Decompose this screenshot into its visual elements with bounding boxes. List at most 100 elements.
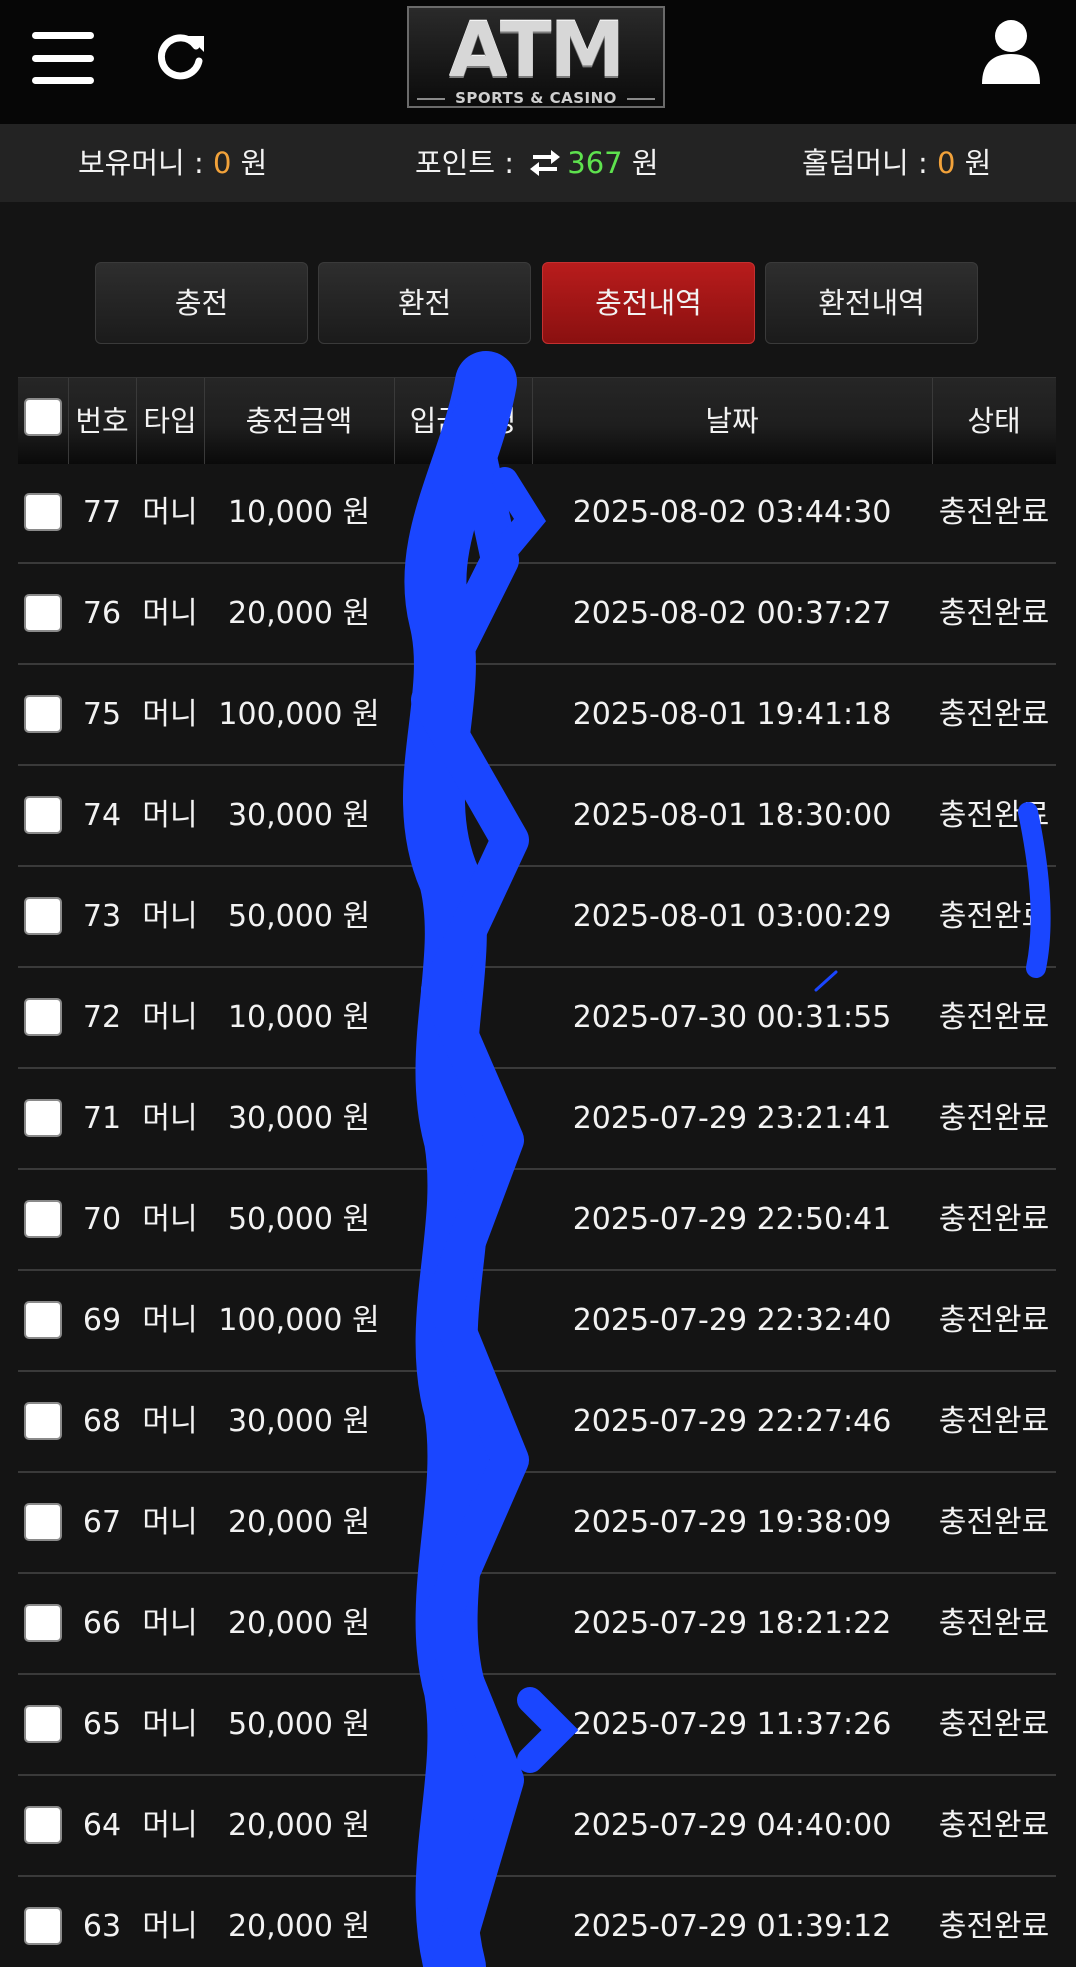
- row-no: 72: [82, 1000, 122, 1035]
- row-type: 머니: [142, 1202, 198, 1237]
- select-all-checkbox[interactable]: [24, 398, 62, 436]
- held-money: 보유머니 : 0 원: [78, 146, 268, 180]
- row-type: 머니: [142, 1404, 198, 1439]
- row-amount: 50,000 원: [227, 899, 371, 934]
- row-checkbox[interactable]: [24, 897, 62, 935]
- table-row: 69 머니 100,000 원 2025-07-29 22:32:40 충전완료: [18, 1271, 1056, 1372]
- deposit-history-list: 77 머니 10,000 원 2025-08-02 03:44:30 충전완료 …: [18, 463, 1056, 1967]
- row-status: 충전완료: [938, 1707, 1050, 1742]
- row-date: 2025-07-30 00:31:55: [572, 1000, 892, 1035]
- swap-icon[interactable]: [529, 148, 561, 178]
- row-checkbox[interactable]: [24, 1402, 62, 1440]
- row-no: 70: [82, 1202, 122, 1237]
- page: ATM SPORTS & CASINO 보유머니 : 0 원 포인트 : 367…: [0, 0, 1076, 1967]
- row-type: 머니: [142, 1707, 198, 1742]
- row-status: 충전완료: [938, 798, 1050, 833]
- table-row: 64 머니 20,000 원 2025-07-29 04:40:00 충전완료: [18, 1776, 1056, 1877]
- row-status: 충전완료: [938, 899, 1050, 934]
- row-checkbox[interactable]: [24, 1099, 62, 1137]
- row-amount: 30,000 원: [227, 798, 371, 833]
- row-date: 2025-07-29 22:32:40: [572, 1303, 892, 1338]
- row-amount: 30,000 원: [227, 1101, 371, 1136]
- row-no: 73: [82, 899, 122, 934]
- row-no: 71: [82, 1101, 122, 1136]
- row-type: 머니: [142, 1505, 198, 1540]
- row-date: 2025-08-01 03:00:29: [572, 899, 892, 934]
- row-date: 2025-08-02 03:44:30: [572, 495, 892, 530]
- table-row: 63 머니 20,000 원 2025-07-29 01:39:12 충전완료: [18, 1877, 1056, 1967]
- row-checkbox[interactable]: [24, 998, 62, 1036]
- tab-withdraw[interactable]: 환전: [318, 262, 531, 344]
- row-type: 머니: [142, 596, 198, 631]
- table-row: 71 머니 30,000 원 2025-07-29 23:21:41 충전완료: [18, 1069, 1056, 1170]
- row-status: 충전완료: [938, 1404, 1050, 1439]
- row-type: 머니: [142, 1303, 198, 1338]
- refresh-icon[interactable]: [152, 28, 210, 86]
- holdem-money-value: 0: [936, 146, 956, 180]
- row-depositor: [394, 1675, 532, 1774]
- row-checkbox[interactable]: [24, 796, 62, 834]
- header-depositor: 입금자명: [409, 404, 517, 438]
- menu-icon[interactable]: [32, 32, 94, 84]
- tab-deposit-history[interactable]: 충전내역: [542, 262, 755, 344]
- row-status: 충전완료: [938, 1303, 1050, 1338]
- row-checkbox[interactable]: [24, 1301, 62, 1339]
- held-money-value: 0: [212, 146, 232, 180]
- row-amount: 20,000 원: [227, 1505, 371, 1540]
- row-depositor: [394, 665, 532, 764]
- table-row: 73 머니 50,000 원 2025-08-01 03:00:29 충전완료: [18, 867, 1056, 968]
- table-header: 번호 타입 충전금액 입금자명 날짜 상태: [18, 377, 1056, 464]
- table-row: 75 머니 100,000 원 2025-08-01 19:41:18 충전완료: [18, 665, 1056, 766]
- table-row: 74 머니 30,000 원 2025-08-01 18:30:00 충전완료: [18, 766, 1056, 867]
- row-date: 2025-08-01 18:30:00: [572, 798, 892, 833]
- row-checkbox[interactable]: [24, 1200, 62, 1238]
- row-type: 머니: [142, 1000, 198, 1035]
- site-logo[interactable]: ATM SPORTS & CASINO: [407, 6, 665, 108]
- user-icon[interactable]: [980, 18, 1042, 86]
- row-checkbox[interactable]: [24, 1806, 62, 1844]
- row-depositor: [394, 463, 532, 562]
- row-date: 2025-08-02 00:37:27: [572, 596, 892, 631]
- header-amount: 충전금액: [245, 404, 353, 438]
- row-date: 2025-07-29 22:50:41: [572, 1202, 892, 1237]
- table-row: 66 머니 20,000 원 2025-07-29 18:21:22 충전완료: [18, 1574, 1056, 1675]
- row-checkbox[interactable]: [24, 493, 62, 531]
- row-no: 64: [82, 1808, 122, 1843]
- row-checkbox[interactable]: [24, 1907, 62, 1945]
- table-row: 65 머니 50,000 원 2025-07-29 11:37:26 충전완료: [18, 1675, 1056, 1776]
- row-amount: 20,000 원: [227, 1909, 371, 1944]
- row-checkbox[interactable]: [24, 1604, 62, 1642]
- row-checkbox[interactable]: [24, 695, 62, 733]
- row-depositor: [394, 1069, 532, 1168]
- row-no: 75: [82, 697, 122, 732]
- tab-deposit[interactable]: 충전: [95, 262, 308, 344]
- header-no: 번호: [75, 404, 129, 438]
- row-depositor: [394, 1574, 532, 1673]
- logo-title: ATM: [448, 5, 625, 94]
- row-no: 65: [82, 1707, 122, 1742]
- row-depositor: [394, 766, 532, 865]
- header-status: 상태: [967, 404, 1021, 438]
- row-status: 충전완료: [938, 1606, 1050, 1641]
- row-amount: 20,000 원: [227, 596, 371, 631]
- row-amount: 10,000 원: [227, 1000, 371, 1035]
- balance-bar: 보유머니 : 0 원 포인트 : 367 원 홀덤머니 : 0 원: [0, 124, 1076, 202]
- row-depositor: [394, 1473, 532, 1572]
- row-no: 63: [82, 1909, 122, 1944]
- row-depositor: [394, 968, 532, 1067]
- table-row: 77 머니 10,000 원 2025-08-02 03:44:30 충전완료: [18, 463, 1056, 564]
- row-checkbox[interactable]: [24, 1705, 62, 1743]
- tab-withdraw-history[interactable]: 환전내역: [765, 262, 978, 344]
- holdem-money: 홀덤머니 : 0 원: [802, 146, 992, 180]
- row-checkbox[interactable]: [24, 1503, 62, 1541]
- row-no: 68: [82, 1404, 122, 1439]
- row-amount: 100,000 원: [218, 1303, 380, 1338]
- row-amount: 50,000 원: [227, 1707, 371, 1742]
- row-status: 충전완료: [938, 1808, 1050, 1843]
- top-header: ATM SPORTS & CASINO: [0, 0, 1076, 124]
- row-depositor: [394, 1271, 532, 1370]
- row-no: 74: [82, 798, 122, 833]
- row-status: 충전완료: [938, 1101, 1050, 1136]
- row-checkbox[interactable]: [24, 594, 62, 632]
- row-no: 67: [82, 1505, 122, 1540]
